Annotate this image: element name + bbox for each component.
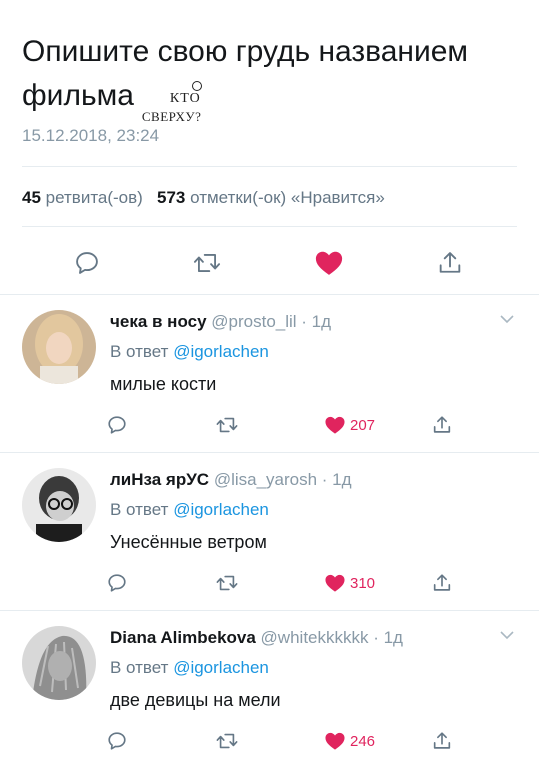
reply-to-link[interactable]: @igorlachen bbox=[173, 500, 269, 519]
retweet-label[interactable]: ретвита(-ов) bbox=[46, 188, 143, 207]
reply-to-link[interactable]: @igorlachen bbox=[173, 658, 269, 677]
reply-icon bbox=[108, 732, 126, 750]
sticker-ring-icon bbox=[191, 81, 202, 92]
tweet-text-line1: Опишите свою грудь названием bbox=[22, 35, 469, 68]
like-count: 207 bbox=[350, 416, 376, 434]
reply-button[interactable] bbox=[104, 570, 130, 596]
reply-text: милые кости bbox=[110, 374, 217, 394]
like-button[interactable]: 246 bbox=[324, 728, 394, 754]
like-label[interactable]: отметки(-ок) «Нравится» bbox=[190, 188, 385, 207]
reply-tweet[interactable]: чека в носу @prosto_lil · 1д В ответ @ig… bbox=[0, 294, 539, 452]
reply-tweet[interactable]: Diana Alimbekova @whitekkkkkk · 1д В отв… bbox=[0, 610, 539, 770]
tweet-actions bbox=[0, 246, 539, 280]
reply-actions: 246 bbox=[0, 728, 539, 754]
tweet-stats: 45 ретвита(-ов) 573 отметки(-ок) «Нравит… bbox=[22, 188, 385, 208]
like-count: 246 bbox=[350, 732, 376, 750]
reply-actions: 310 bbox=[0, 570, 539, 596]
like-button[interactable] bbox=[312, 246, 346, 280]
tweet-text-line2: фильма bbox=[22, 79, 134, 112]
reply-author-name[interactable]: лиНза ярУС bbox=[110, 470, 209, 489]
retweet-icon bbox=[216, 575, 238, 591]
heart-icon bbox=[325, 574, 345, 592]
reply-author-name[interactable]: Diana Alimbekova bbox=[110, 628, 256, 647]
avatar[interactable] bbox=[22, 310, 96, 384]
share-icon bbox=[433, 416, 451, 433]
retweet-icon bbox=[216, 417, 238, 433]
heart-icon bbox=[315, 251, 343, 275]
avatar[interactable] bbox=[22, 468, 96, 542]
chevron-down-icon[interactable] bbox=[499, 628, 515, 646]
reply-button[interactable] bbox=[104, 412, 130, 438]
reply-prefix: В ответ bbox=[110, 500, 169, 519]
retweet-button[interactable] bbox=[214, 412, 240, 438]
retweet-count[interactable]: 45 bbox=[22, 188, 41, 207]
divider bbox=[22, 226, 517, 227]
share-button[interactable] bbox=[429, 728, 455, 754]
reply-author-handle[interactable]: @prosto_lil · 1д bbox=[211, 312, 331, 331]
reply-author-handle[interactable]: @whitekkkkkk · 1д bbox=[261, 628, 403, 647]
reply-author-handle[interactable]: @lisa_yarosh · 1д bbox=[214, 470, 352, 489]
reply-actions: 207 bbox=[0, 412, 539, 438]
like-count[interactable]: 573 bbox=[157, 188, 185, 207]
reply-prefix: В ответ bbox=[110, 342, 169, 361]
like-button[interactable]: 207 bbox=[324, 412, 394, 438]
retweet-icon bbox=[216, 733, 238, 749]
share-icon bbox=[439, 252, 461, 273]
reply-icon bbox=[108, 574, 126, 592]
reply-icon bbox=[76, 252, 98, 274]
like-count: 310 bbox=[350, 574, 376, 592]
kto-sverhu-sticker: КТО СВЕРХУ? bbox=[142, 77, 230, 124]
reply-text: Унесённые ветром bbox=[110, 532, 267, 552]
share-button[interactable] bbox=[429, 570, 455, 596]
reply-text: две девицы на мели bbox=[110, 690, 281, 710]
reply-author-name[interactable]: чека в носу bbox=[110, 312, 207, 331]
chevron-down-icon[interactable] bbox=[499, 312, 515, 330]
reply-to-link[interactable]: @igorlachen bbox=[173, 342, 269, 361]
tweet-text: Опишите свою грудь названием фильма КТО СВ… bbox=[22, 30, 522, 124]
share-button[interactable] bbox=[433, 246, 467, 280]
reply-tweet[interactable]: лиНза ярУС @lisa_yarosh · 1д В ответ @ig… bbox=[0, 452, 539, 610]
like-button[interactable]: 310 bbox=[324, 570, 394, 596]
retweet-icon bbox=[193, 254, 221, 272]
share-icon bbox=[433, 574, 451, 591]
retweet-button[interactable] bbox=[214, 570, 240, 596]
reply-prefix: В ответ bbox=[110, 658, 169, 677]
retweet-button[interactable] bbox=[214, 728, 240, 754]
retweet-button[interactable] bbox=[190, 246, 224, 280]
share-button[interactable] bbox=[429, 412, 455, 438]
reply-button[interactable] bbox=[70, 246, 104, 280]
avatar[interactable] bbox=[22, 626, 96, 700]
reply-icon bbox=[108, 416, 126, 434]
heart-icon bbox=[325, 416, 345, 434]
tweet-timestamp[interactable]: 15.12.2018, 23:24 bbox=[22, 126, 159, 146]
share-icon bbox=[433, 732, 451, 749]
heart-icon bbox=[325, 732, 345, 750]
divider bbox=[22, 166, 517, 167]
reply-button[interactable] bbox=[104, 728, 130, 754]
